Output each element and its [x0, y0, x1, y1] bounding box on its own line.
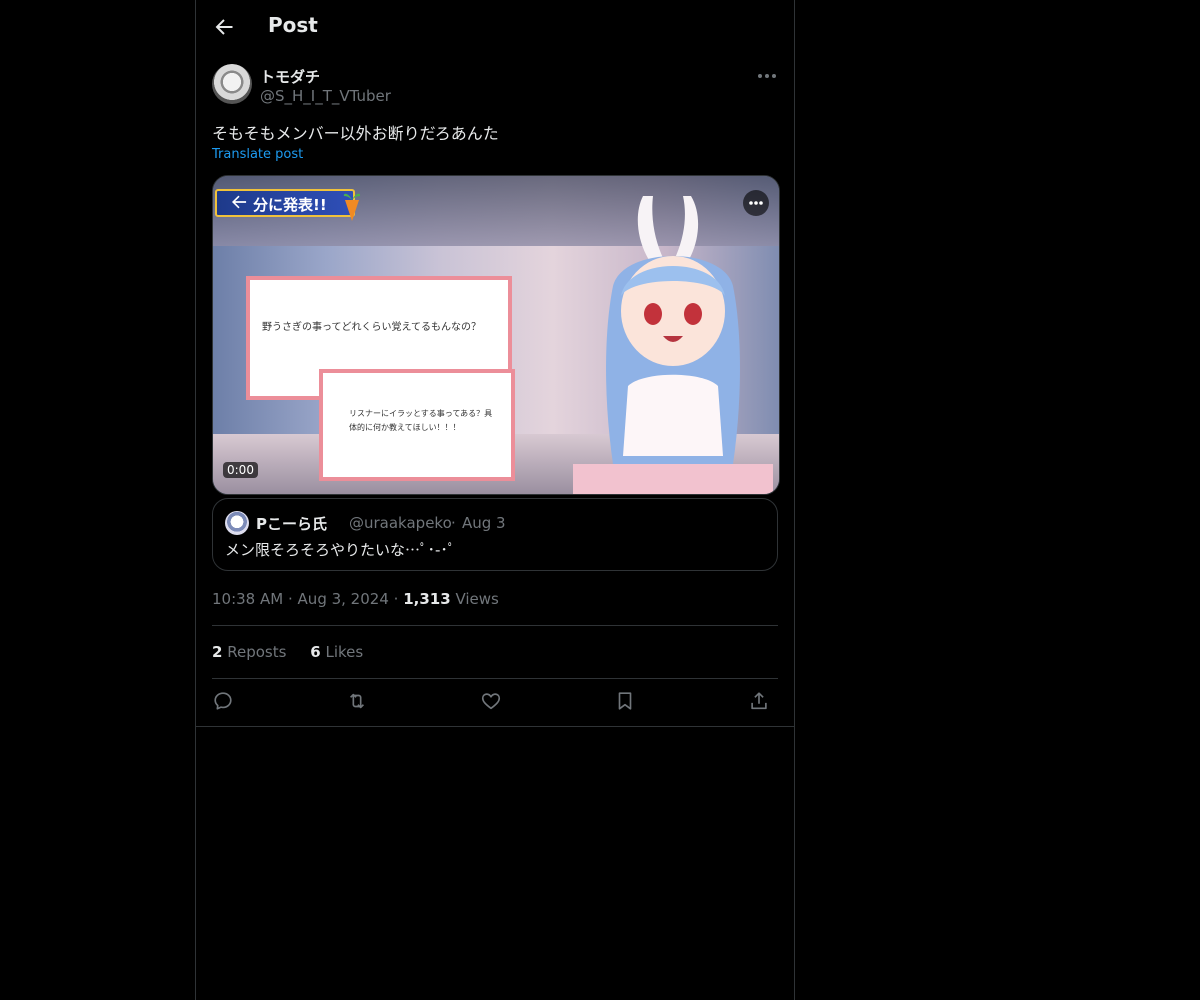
likes-count: 6	[310, 643, 321, 661]
quoted-handle: @uraakapeko	[349, 514, 452, 532]
post-author: トモダチ @S_H_I_T_VTuber	[212, 64, 778, 108]
reply-icon	[214, 692, 232, 710]
repost-button[interactable]	[346, 690, 370, 714]
more-horizontal-icon	[749, 201, 763, 205]
vtuber-character-image	[573, 196, 773, 494]
repost-icon	[349, 693, 365, 709]
bookmark-icon	[618, 692, 632, 710]
reply-button[interactable]	[212, 690, 236, 714]
page-header: Post	[196, 0, 794, 54]
views-label: Views	[455, 590, 499, 608]
bookmark-button[interactable]	[614, 690, 638, 714]
heart-icon	[481, 693, 501, 710]
more-options-button[interactable]	[756, 68, 778, 84]
back-button[interactable]	[212, 15, 236, 39]
quoted-text: メン限そろそろやりたいな…ﾟ･-･ﾟ	[225, 541, 456, 559]
post-meta: 10:38 AM · Aug 3, 2024 · 1,313 Views	[212, 590, 499, 608]
likes-stat[interactable]: 6 Likes	[310, 643, 363, 661]
arrow-left-icon	[232, 195, 247, 209]
avatar[interactable]	[212, 64, 252, 104]
divider	[212, 625, 778, 626]
meta-separator: ·	[287, 590, 293, 608]
post-time[interactable]: 10:38 AM	[212, 590, 283, 608]
quoted-date: Aug 3	[462, 514, 506, 532]
author-handle[interactable]: @S_H_I_T_VTuber	[260, 87, 391, 105]
divider	[196, 726, 794, 727]
page-title: Post	[268, 13, 318, 37]
post-stats: 2 Reposts 6 Likes	[212, 643, 363, 661]
question-card-text: 野うさぎの事ってどれくらい覚えてるもんなの？	[262, 322, 481, 333]
post-video[interactable]: 分に発表!! 野うさぎの事ってどれくらい覚えてるもんなの？ リスナーにイラッとす…	[212, 175, 780, 495]
likes-label: Likes	[325, 643, 364, 661]
translate-post-link[interactable]: Translate post	[212, 147, 303, 162]
post-date[interactable]: Aug 3, 2024	[298, 590, 389, 608]
video-back-button[interactable]	[229, 192, 249, 212]
share-icon	[751, 692, 767, 710]
like-button[interactable]	[480, 690, 504, 714]
post-text: そもそもメンバー以外お断りだろあんた	[212, 124, 499, 143]
video-timestamp: 0:00	[223, 462, 258, 478]
reposts-stat[interactable]: 2 Reposts	[212, 643, 286, 661]
carrot-icon	[343, 193, 361, 221]
author-display-name[interactable]: トモダチ	[260, 66, 320, 87]
meta-separator: ·	[393, 590, 399, 608]
views-count: 1,313	[403, 590, 451, 608]
primary-column: Post トモダチ @S_H_I_T_VTuber そもそもメンバー以外お断りだ…	[195, 0, 795, 1000]
question-card-secondary-text: リスナーにイラッとする事ってある？具体的に何か教えてほしい！！！	[349, 409, 493, 432]
question-card-secondary: リスナーにイラッとする事ってある？具体的に何か教えてほしい！！！	[319, 369, 515, 481]
divider	[212, 678, 778, 679]
quoted-separator: ·	[451, 514, 456, 532]
quoted-post[interactable]: Pこーら氏 @uraakapeko · Aug 3 メン限そろそろやりたいな…ﾟ…	[212, 498, 778, 571]
reposts-label: Reposts	[227, 643, 287, 661]
quoted-display-name: Pこーら氏	[256, 515, 327, 533]
reposts-count: 2	[212, 643, 223, 661]
share-button[interactable]	[748, 690, 772, 714]
more-horizontal-icon	[758, 74, 776, 78]
arrow-left-icon	[215, 19, 233, 35]
video-more-button[interactable]	[743, 190, 769, 216]
avatar	[225, 511, 249, 535]
post-actions	[212, 690, 778, 716]
